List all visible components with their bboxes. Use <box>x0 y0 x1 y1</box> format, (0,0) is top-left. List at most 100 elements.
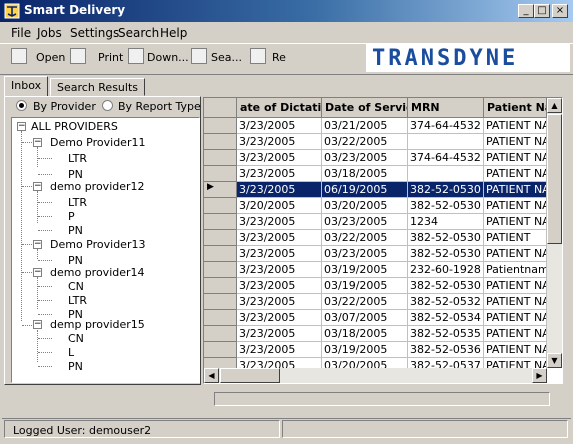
collapse-icon[interactable]: − <box>33 240 42 249</box>
table-cell[interactable]: PATIENT NAM <box>484 166 547 182</box>
row-selector[interactable] <box>204 294 237 310</box>
table-cell[interactable]: PATIENT NAM <box>484 182 547 198</box>
close-button[interactable]: × <box>552 4 568 18</box>
collapse-icon[interactable]: − <box>33 268 42 277</box>
tree-report-type[interactable]: PN <box>68 360 83 373</box>
tree-provider[interactable]: Demo Provider13 <box>50 238 145 251</box>
table-cell[interactable]: 03/23/2005 <box>322 150 408 166</box>
table-cell[interactable]: 382-52-0530 <box>408 198 484 214</box>
by-report-type-radio[interactable] <box>102 100 113 111</box>
table-row[interactable]: 3/23/200503/19/2005232-60-1928Patientnam… <box>204 262 547 278</box>
table-cell[interactable]: 3/23/2005 <box>237 262 322 278</box>
search-icon[interactable] <box>191 48 207 64</box>
table-row[interactable]: ▶ 3/23/2005 06/19/2005 382-52-0530 PATIENT N… <box>204 182 547 198</box>
by-report-type-label[interactable]: By Report Type <box>118 100 201 113</box>
table-cell[interactable]: 03/23/2005 <box>322 246 408 262</box>
table-cell[interactable]: 03/20/2005 <box>322 198 408 214</box>
row-selector[interactable]: ▶ <box>204 182 237 198</box>
table-cell[interactable]: 382-52-0532 <box>408 294 484 310</box>
table-cell[interactable] <box>408 166 484 182</box>
row-selector[interactable] <box>204 214 237 230</box>
table-cell[interactable]: 382-52-0530 <box>408 230 484 246</box>
table-cell[interactable]: 3/23/2005 <box>237 150 322 166</box>
table-cell[interactable]: 3/23/2005 <box>237 214 322 230</box>
tree-provider[interactable]: Demo Provider11 <box>50 136 145 149</box>
row-selector[interactable] <box>204 326 237 342</box>
table-cell[interactable]: 3/23/2005 <box>237 246 322 262</box>
re-button[interactable]: Re <box>272 51 286 64</box>
tree-report-type[interactable]: LTR <box>68 294 87 307</box>
table-cell[interactable]: 3/23/2005 <box>237 182 322 198</box>
table-cell[interactable]: PATIENT NAM <box>484 294 547 310</box>
table-cell[interactable]: 3/23/2005 <box>237 342 322 358</box>
table-row[interactable]: 3/23/200503/19/2005382-52-0536PATIENT NA… <box>204 342 547 358</box>
table-cell[interactable]: 06/19/2005 <box>322 182 408 198</box>
vertical-scrollbar[interactable]: ▲ ▼ <box>547 98 562 368</box>
horizontal-scrollbar[interactable]: ◀ ▶ <box>204 368 547 383</box>
table-cell[interactable]: 03/22/2005 <box>322 230 408 246</box>
column-header[interactable]: ate of Dictation <box>237 98 322 118</box>
tree-report-type[interactable]: CN <box>68 280 84 293</box>
table-cell[interactable]: 3/20/2005 <box>237 198 322 214</box>
table-cell[interactable]: PATIENT NAM <box>484 278 547 294</box>
row-selector[interactable] <box>204 342 237 358</box>
row-selector[interactable] <box>204 134 237 150</box>
row-selector[interactable] <box>204 246 237 262</box>
table-cell[interactable]: PATIENT NAM <box>484 150 547 166</box>
menu-file[interactable]: File <box>11 26 31 40</box>
table-cell[interactable]: 3/23/2005 <box>237 310 322 326</box>
row-selector[interactable] <box>204 118 237 134</box>
download-button[interactable]: Down... <box>147 51 189 64</box>
scroll-down-icon[interactable]: ▼ <box>547 353 562 368</box>
table-row[interactable]: 3/23/2005 03/22/2005 382-52-0530 PATIENT <box>204 230 547 246</box>
menu-help[interactable]: Help <box>160 26 187 40</box>
table-cell[interactable]: 03/22/2005 <box>322 294 408 310</box>
tree-report-type[interactable]: PN <box>68 224 83 237</box>
search-button[interactable]: Sea... <box>211 51 242 64</box>
scroll-thumb[interactable] <box>547 114 562 244</box>
tab-inbox[interactable]: Inbox <box>4 76 49 96</box>
table-row[interactable]: 3/23/200503/18/2005382-52-0535PATIENT NA… <box>204 326 547 342</box>
print-icon[interactable] <box>70 48 86 64</box>
table-row[interactable]: 3/23/200503/07/2005382-52-0534PATIENT NA… <box>204 310 547 326</box>
table-cell[interactable]: 03/18/2005 <box>322 166 408 182</box>
table-cell[interactable] <box>408 134 484 150</box>
tree-report-type[interactable]: L <box>68 346 74 359</box>
table-cell[interactable]: 382-52-0536 <box>408 342 484 358</box>
table-cell[interactable]: 03/19/2005 <box>322 342 408 358</box>
tree-report-type[interactable]: CN <box>68 332 84 345</box>
tree-provider[interactable]: demo provider14 <box>50 266 145 279</box>
row-selector[interactable] <box>204 198 237 214</box>
table-cell[interactable]: PATIENT NAM <box>484 310 547 326</box>
row-selector[interactable] <box>204 278 237 294</box>
column-header[interactable]: Patient Nam <box>484 98 547 118</box>
table-cell[interactable]: 03/21/2005 <box>322 118 408 134</box>
download-icon[interactable] <box>128 48 144 64</box>
table-cell[interactable]: PATIENT NAM <box>484 118 547 134</box>
table-cell[interactable]: 382-52-0534 <box>408 310 484 326</box>
row-selector[interactable] <box>204 230 237 246</box>
table-cell[interactable]: 382-52-0530 <box>408 278 484 294</box>
table-cell[interactable]: Patientname1 <box>484 262 547 278</box>
tab-search-results[interactable]: Search Results <box>50 78 146 96</box>
table-cell[interactable]: 3/23/2005 <box>237 166 322 182</box>
tree-provider[interactable]: demo provider12 <box>50 180 145 193</box>
table-cell[interactable]: 374-64-4532 <box>408 150 484 166</box>
table-cell[interactable]: 03/19/2005 <box>322 262 408 278</box>
scroll-up-icon[interactable]: ▲ <box>547 98 562 113</box>
table-row[interactable]: 3/23/200503/22/2005 PATIENT NAM <box>204 134 547 150</box>
by-provider-radio[interactable] <box>16 100 27 111</box>
table-row[interactable]: 3/23/200503/23/20051234PATIENT NAM <box>204 214 547 230</box>
column-header[interactable]: MRN <box>408 98 484 118</box>
table-cell[interactable]: 232-60-1928 <box>408 262 484 278</box>
table-cell[interactable]: 3/23/2005 <box>237 294 322 310</box>
table-cell[interactable]: 382-52-0530 <box>408 246 484 262</box>
tree-report-type[interactable]: LTR <box>68 196 87 209</box>
table-row[interactable]: 3/23/200503/22/2005382-52-0532PATIENT NA… <box>204 294 547 310</box>
table-cell[interactable]: 382-52-0535 <box>408 326 484 342</box>
table-row[interactable]: 3/23/200503/19/2005382-52-0530PATIENT NA… <box>204 278 547 294</box>
table-cell[interactable]: 1234 <box>408 214 484 230</box>
tree-report-type[interactable]: LTR <box>68 152 87 165</box>
menu-search[interactable]: Search <box>118 26 159 40</box>
scroll-right-icon[interactable]: ▶ <box>532 368 547 383</box>
